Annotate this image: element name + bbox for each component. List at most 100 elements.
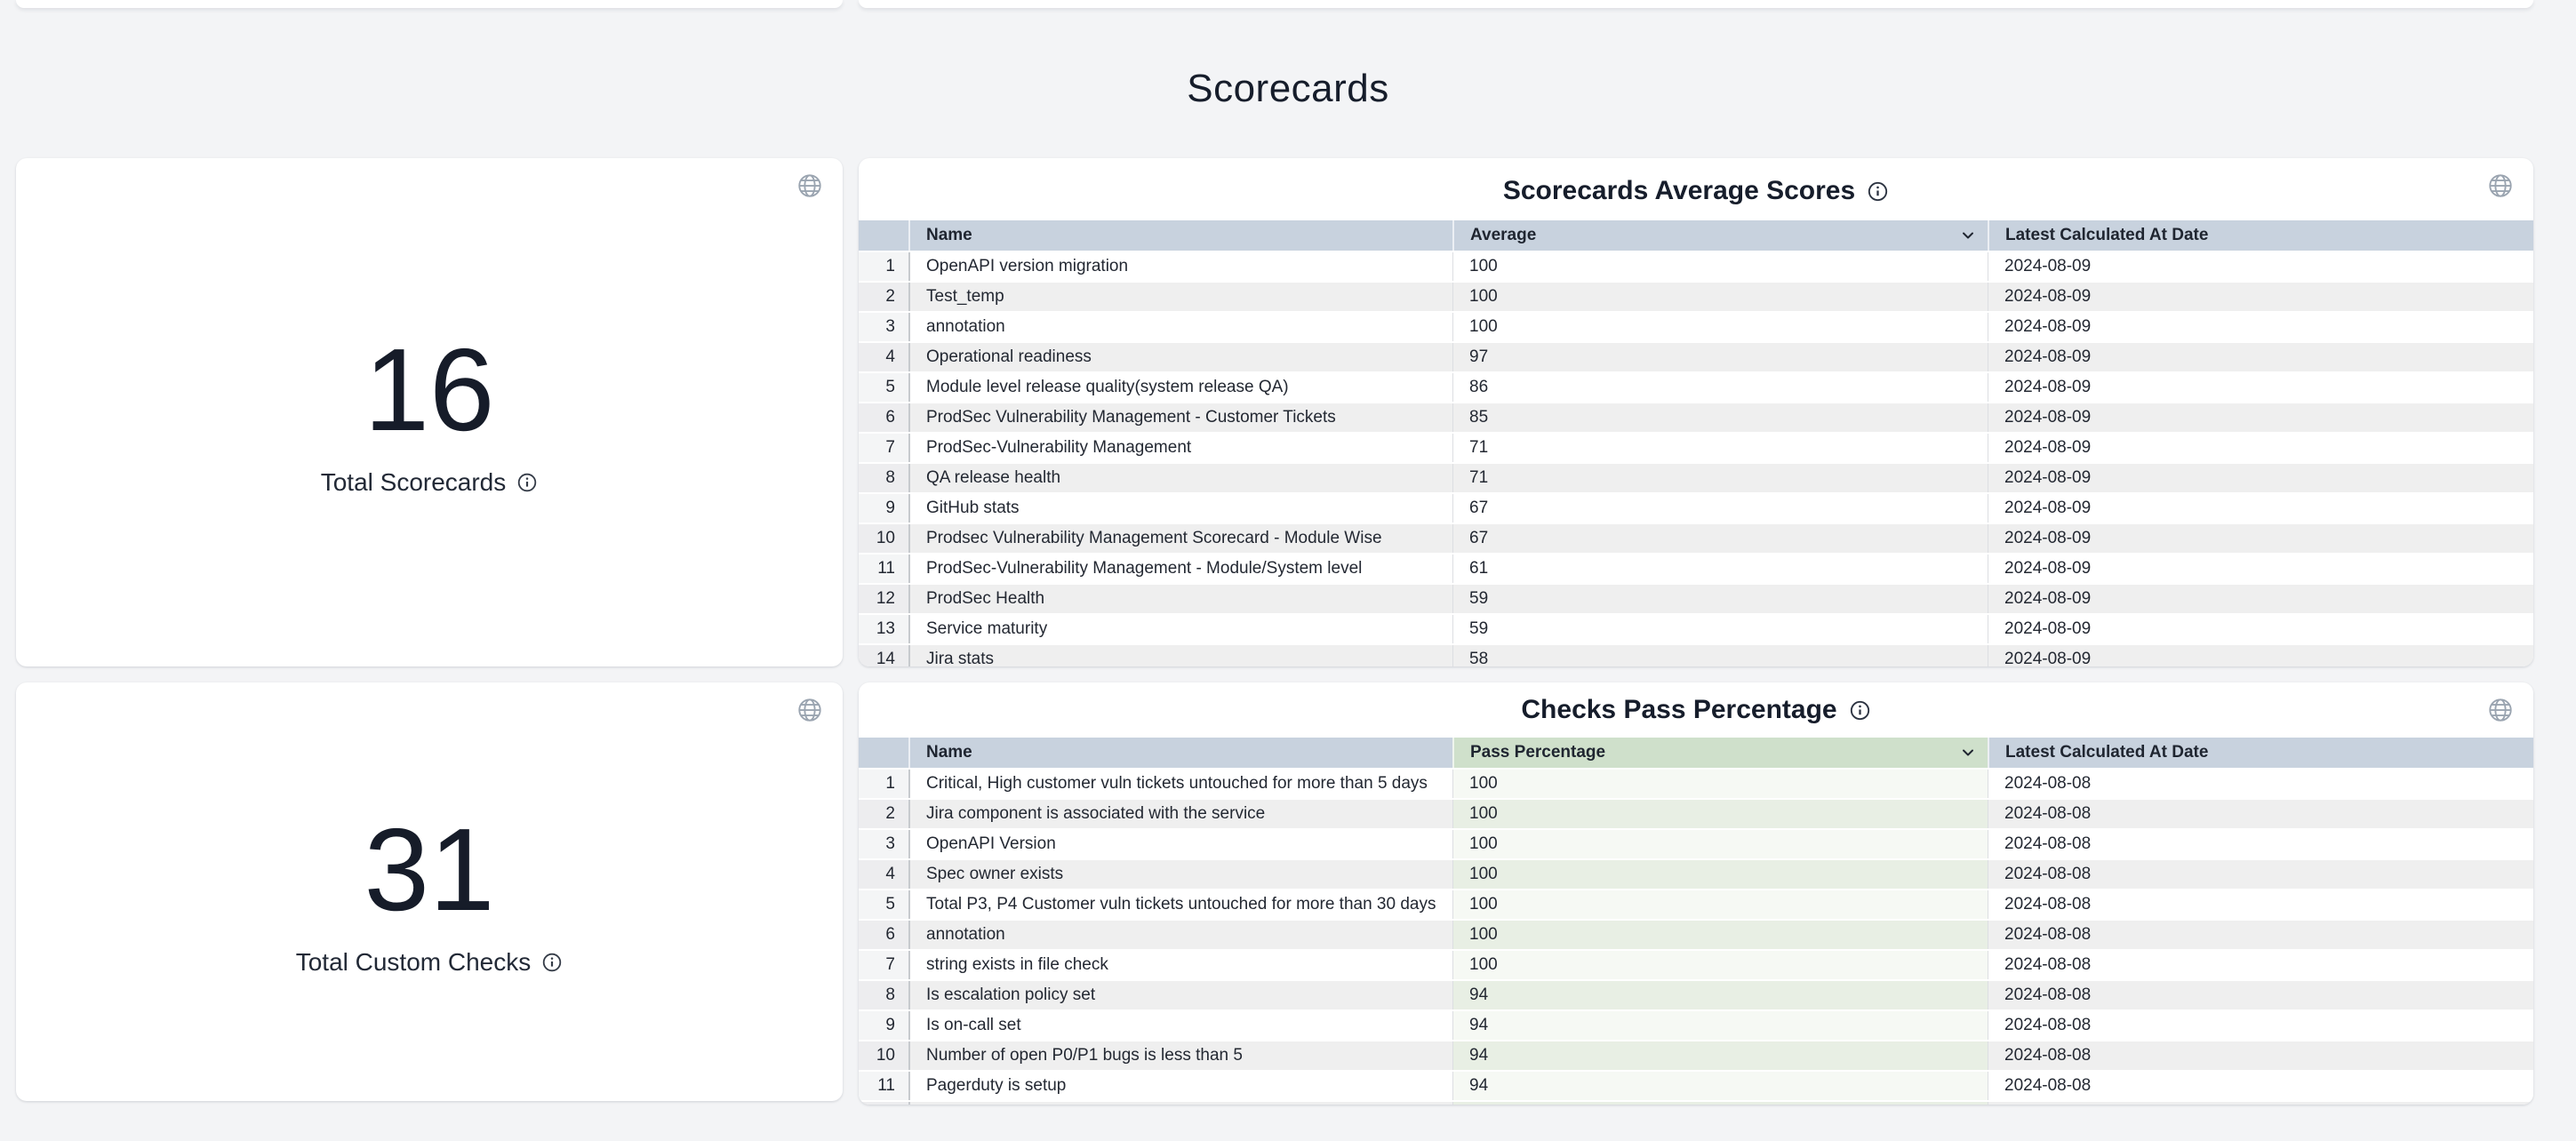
name-cell: ProdSec-Vulnerability Management xyxy=(908,434,1452,462)
date-cell: 2024-08-09 xyxy=(1988,403,2533,432)
date-cell: 2024-08-08 xyxy=(1988,830,2533,858)
name-cell xyxy=(908,1102,1452,1105)
name-cell: Jira component is associated with the se… xyxy=(908,800,1452,828)
name-cell: Pagerduty is setup xyxy=(908,1072,1452,1100)
name-cell: Jira stats xyxy=(908,645,1452,666)
date-cell: 2024-08-09 xyxy=(1988,615,2533,643)
value-cell: 94 xyxy=(1452,981,1988,1009)
table-row: 11Pagerduty is setup942024-08-08 xyxy=(859,1070,2533,1100)
row-number-cell: 3 xyxy=(859,313,908,341)
value-cell: 94 xyxy=(1452,1011,1988,1040)
table-row: 9GitHub stats672024-08-09 xyxy=(859,492,2533,523)
value-cell: 100 xyxy=(1452,800,1988,828)
name-cell: Prodsec Vulnerability Management Scoreca… xyxy=(908,524,1452,553)
row-number-cell: 7 xyxy=(859,434,908,462)
date-cell: 2024-08-09 xyxy=(1988,464,2533,492)
date-cell: 2024-08-09 xyxy=(1988,283,2533,311)
column-header-name[interactable]: Name xyxy=(908,220,1452,251)
name-cell: Module level release quality(system rele… xyxy=(908,373,1452,402)
globe-icon xyxy=(796,697,823,723)
row-number-cell xyxy=(859,1102,908,1105)
checks-pass-percentage-table: NamePass PercentageLatest Calculated At … xyxy=(859,738,2533,1105)
date-cell: 2024-08-08 xyxy=(1988,890,2533,919)
value-cell: 59 xyxy=(1452,585,1988,613)
date-cell: 2024-08-08 xyxy=(1988,1011,2533,1040)
table-row: 5Module level release quality(system rel… xyxy=(859,371,2533,402)
row-number-cell: 2 xyxy=(859,283,908,311)
table-row: 1Critical, High customer vuln tickets un… xyxy=(859,768,2533,798)
row-number-header-cell xyxy=(859,738,908,768)
column-header-latest-calculated-at-date[interactable]: Latest Calculated At Date xyxy=(1988,220,2533,251)
column-header-average[interactable]: Average xyxy=(1452,220,1988,251)
table-row: 14Jira stats582024-08-09 xyxy=(859,643,2533,666)
row-number-cell: 11 xyxy=(859,555,908,583)
table-row: 11ProdSec-Vulnerability Management - Mod… xyxy=(859,553,2533,583)
info-circle-icon[interactable] xyxy=(541,952,563,973)
date-cell: 2024-08-09 xyxy=(1988,645,2533,666)
name-cell: Critical, High customer vuln tickets unt… xyxy=(908,770,1452,798)
scorecards-average-scores-table: NameAverageLatest Calculated At Date1Ope… xyxy=(859,220,2533,666)
name-cell: Is on-call set xyxy=(908,1011,1452,1040)
row-number-cell: 5 xyxy=(859,373,908,402)
name-cell: OpenAPI Version xyxy=(908,830,1452,858)
chevron-down-icon[interactable] xyxy=(1959,227,1977,244)
row-number-cell: 13 xyxy=(859,615,908,643)
chevron-down-icon[interactable] xyxy=(1959,744,1977,762)
info-circle-icon[interactable] xyxy=(1849,699,1871,722)
table-row: 2Jira component is associated with the s… xyxy=(859,798,2533,828)
table-row: 6annotation1002024-08-08 xyxy=(859,919,2533,949)
stat-label: Total Custom Checks xyxy=(296,948,564,977)
globe-icon xyxy=(796,172,823,199)
value-cell: 67 xyxy=(1452,494,1988,523)
row-number-cell: 6 xyxy=(859,921,908,949)
date-cell xyxy=(1988,1102,2533,1105)
table-row: 2Test_temp1002024-08-09 xyxy=(859,281,2533,311)
info-circle-icon[interactable] xyxy=(516,472,538,493)
row-number-cell: 6 xyxy=(859,403,908,432)
column-header-latest-calculated-at-date[interactable]: Latest Calculated At Date xyxy=(1988,738,2533,768)
table-title: Checks Pass Percentage xyxy=(859,682,2533,738)
name-cell: ProdSec Vulnerability Management - Custo… xyxy=(908,403,1452,432)
table-row: 9Is on-call set942024-08-08 xyxy=(859,1009,2533,1040)
name-cell: Total P3, P4 Customer vuln tickets untou… xyxy=(908,890,1452,919)
value-cell: 59 xyxy=(1452,615,1988,643)
total-custom-checks-panel: 31 Total Custom Checks xyxy=(16,682,843,1101)
table-row: 10Prodsec Vulnerability Management Score… xyxy=(859,523,2533,553)
date-cell: 2024-08-08 xyxy=(1988,951,2533,979)
date-cell: 2024-08-09 xyxy=(1988,252,2533,281)
value-cell: 86 xyxy=(1452,373,1988,402)
column-header-pass-percentage[interactable]: Pass Percentage xyxy=(1452,738,1988,768)
row-number-cell: 4 xyxy=(859,860,908,889)
checks-pass-percentage-panel: Checks Pass Percentage NamePass Percenta… xyxy=(859,682,2533,1105)
row-number-cell: 4 xyxy=(859,343,908,371)
row-number-cell: 10 xyxy=(859,524,908,553)
scorecards-average-scores-panel: Scorecards Average Scores NameAverageLat… xyxy=(859,158,2533,666)
row-number-cell: 7 xyxy=(859,951,908,979)
column-header-name[interactable]: Name xyxy=(908,738,1452,768)
stat-label-text: Total Scorecards xyxy=(321,468,507,497)
table-row: 6ProdSec Vulnerability Management - Cust… xyxy=(859,402,2533,432)
value-cell: 67 xyxy=(1452,524,1988,553)
value-cell: 58 xyxy=(1452,645,1988,666)
table-row: 10Number of open P0/P1 bugs is less than… xyxy=(859,1040,2533,1070)
clipped-panel-above-left xyxy=(16,0,843,8)
page-title: Scorecards xyxy=(0,67,2576,111)
table-row: 3OpenAPI Version1002024-08-08 xyxy=(859,828,2533,858)
table-title-text: Checks Pass Percentage xyxy=(1521,695,1836,725)
value-cell: 71 xyxy=(1452,464,1988,492)
date-cell: 2024-08-09 xyxy=(1988,434,2533,462)
value-cell: 100 xyxy=(1452,860,1988,889)
info-circle-icon[interactable] xyxy=(1867,180,1889,203)
value-cell: 100 xyxy=(1452,951,1988,979)
row-number-cell: 1 xyxy=(859,770,908,798)
date-cell: 2024-08-08 xyxy=(1988,860,2533,889)
row-number-cell: 1 xyxy=(859,252,908,281)
table-row: 3annotation1002024-08-09 xyxy=(859,311,2533,341)
table-row: 7string exists in file check1002024-08-0… xyxy=(859,949,2533,979)
table-title: Scorecards Average Scores xyxy=(859,158,2533,220)
row-number-cell: 11 xyxy=(859,1072,908,1100)
stat-value: 16 xyxy=(364,328,495,452)
table-row: 4Operational readiness972024-08-09 xyxy=(859,341,2533,371)
table-row: 13Service maturity592024-08-09 xyxy=(859,613,2533,643)
value-cell: 100 xyxy=(1452,252,1988,281)
